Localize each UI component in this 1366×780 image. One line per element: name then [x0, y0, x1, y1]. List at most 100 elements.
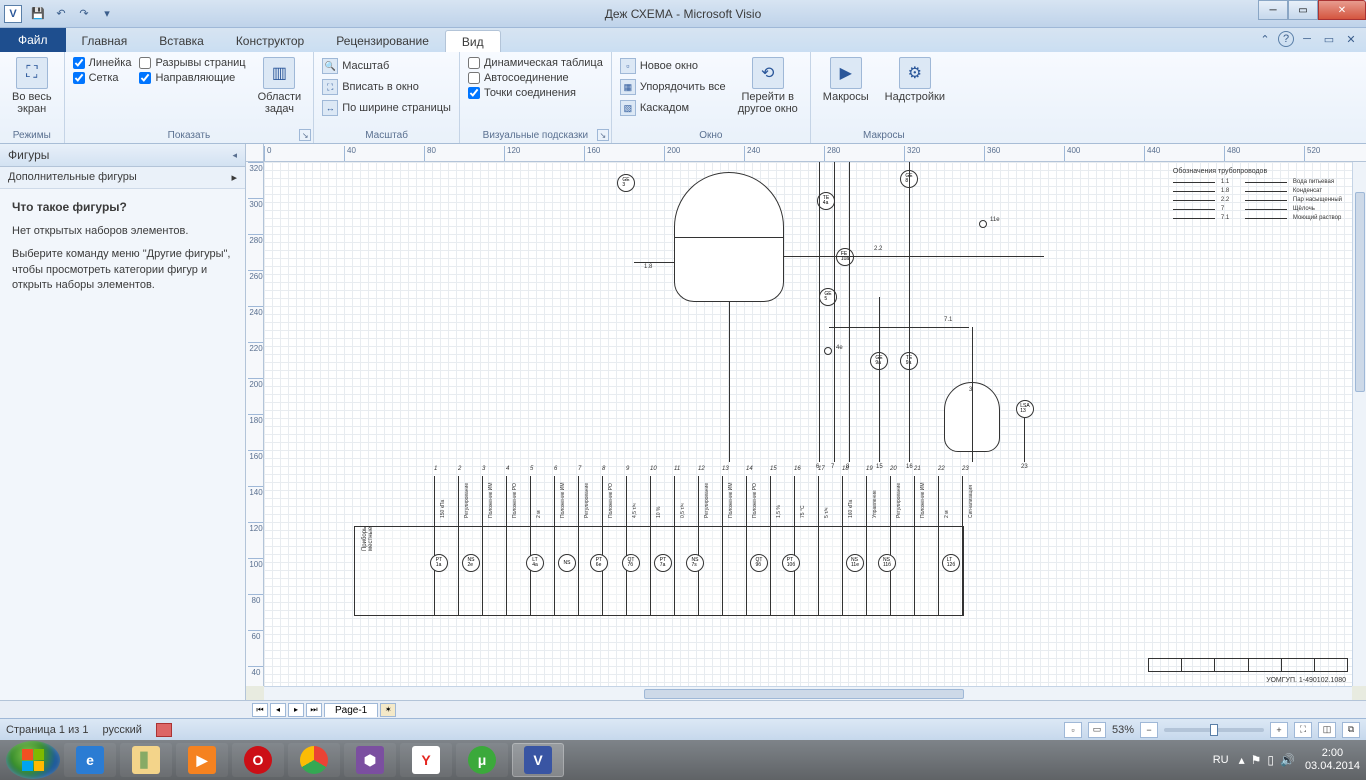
instrument-fe10a[interactable]: FE10a	[836, 248, 854, 266]
taskbar-visio[interactable]: V	[512, 743, 564, 777]
arrange-button[interactable]: ▦Упорядочить все	[620, 78, 726, 96]
redo-icon[interactable]: ↷	[73, 3, 95, 25]
help-icon[interactable]: ?	[1278, 31, 1294, 47]
instrument-ns11e[interactable]: NS11e	[846, 554, 864, 572]
instrument-lsa13[interactable]: LSA13	[1016, 400, 1034, 418]
pagewidth-button[interactable]: ↔По ширине страницы	[322, 99, 451, 117]
start-button[interactable]	[6, 741, 60, 779]
more-shapes-row[interactable]: Дополнительные фигуры ▸	[0, 167, 245, 189]
collapse-left-icon[interactable]: ◂	[232, 150, 237, 161]
doc-close-icon[interactable]: ✕	[1342, 30, 1360, 48]
taskbar-opera[interactable]: O	[232, 743, 284, 777]
instrument-pt7a[interactable]: PT7a	[654, 554, 672, 572]
visual-dialog-launcher[interactable]: ↘	[597, 129, 609, 141]
taskpanes-button[interactable]: ▥ Области задач	[254, 55, 306, 117]
instrument-lt4a[interactable]: LT4a	[526, 554, 544, 572]
instrument-ns[interactable]: NS	[558, 554, 576, 572]
tab-designer[interactable]: Конструктор	[220, 30, 320, 52]
guides-checkbox[interactable]: Направляющие	[139, 72, 245, 84]
instrument-pt6e[interactable]: PT6e	[590, 554, 608, 572]
pan-zoom-button[interactable]: ◫	[1318, 722, 1336, 738]
pagebreaks-checkbox[interactable]: Разрывы страниц	[139, 57, 245, 69]
tab-view[interactable]: Вид	[445, 30, 501, 52]
status-macro-icon[interactable]	[156, 723, 172, 737]
instrument-ns7s[interactable]: NS7s	[686, 554, 704, 572]
taskbar-yandex[interactable]: Y	[400, 743, 452, 777]
first-page-button[interactable]: ⏮	[252, 703, 268, 717]
addins-button[interactable]: ⚙ Надстройки	[881, 55, 949, 105]
status-language[interactable]: русский	[102, 724, 141, 736]
tab-home[interactable]: Главная	[66, 30, 144, 52]
ruler-checkbox[interactable]: Линейка	[73, 57, 132, 69]
horizontal-ruler[interactable]: 04080120160200240280320360400440480520	[264, 144, 1366, 162]
zoom-slider[interactable]	[1164, 728, 1264, 732]
tab-file[interactable]: Файл	[0, 28, 66, 52]
newwindow-button[interactable]: ▫Новое окно	[620, 57, 726, 75]
instrument-lt12б[interactable]: LT12б	[942, 554, 960, 572]
fitwindow-button[interactable]: ⛶Вписать в окно	[322, 78, 451, 96]
vertical-scrollbar[interactable]	[1352, 162, 1366, 686]
drawing-canvas[interactable]: Обозначения трубопроводов 1.1Вода питьев…	[264, 162, 1352, 686]
taskbar-chrome[interactable]	[288, 743, 340, 777]
legend-title: Обозначения трубопроводов	[1173, 168, 1342, 175]
save-icon[interactable]: 💾	[27, 3, 49, 25]
shapes-panel-header[interactable]: Фигуры ◂	[0, 144, 245, 167]
zoom-readout[interactable]: 53%	[1112, 724, 1134, 736]
doc-minimize-icon[interactable]: ─	[1298, 30, 1316, 48]
maximize-button[interactable]: ▭	[1288, 0, 1318, 20]
instrument-ns11б[interactable]: NS11б	[878, 554, 896, 572]
taskbar-utorrent[interactable]: μ	[456, 743, 508, 777]
tray-network-icon[interactable]: ▯	[1267, 753, 1274, 767]
zoom-out-button[interactable]: −	[1140, 722, 1158, 738]
page-tab-1[interactable]: Page-1	[324, 703, 378, 717]
taskbar-app1[interactable]: ⬢	[344, 743, 396, 777]
qat-dropdown-icon[interactable]: ▾	[96, 3, 118, 25]
keyboard-layout[interactable]: RU	[1213, 754, 1229, 766]
horizontal-scrollbar[interactable]	[264, 686, 1352, 700]
grid-checkbox[interactable]: Сетка	[73, 72, 132, 84]
instrument-qt7б[interactable]: QT7б	[622, 554, 640, 572]
switch-windows-button[interactable]: ⧉	[1342, 722, 1360, 738]
pagewidth-label: По ширине страницы	[342, 102, 451, 114]
instrument-qt9б[interactable]: QT9б	[750, 554, 768, 572]
tray-sound-icon[interactable]: 🔊	[1280, 753, 1295, 767]
close-button[interactable]: ✕	[1318, 0, 1366, 20]
taskbar-wmp[interactable]: ▶	[176, 743, 228, 777]
zoom-button[interactable]: 🔍Масштаб	[322, 57, 451, 75]
view-full-button[interactable]: ▭	[1088, 722, 1106, 738]
zoom-in-button[interactable]: +	[1270, 722, 1288, 738]
instrument-ge3[interactable]: GE3	[617, 174, 635, 192]
tab-review[interactable]: Рецензирование	[320, 30, 445, 52]
show-dialog-launcher[interactable]: ↘	[299, 129, 311, 141]
minimize-button[interactable]: ─	[1258, 0, 1288, 20]
tray-up-icon[interactable]: ▴	[1239, 753, 1245, 767]
macros-button[interactable]: ▶ Макросы	[819, 55, 873, 105]
switchwindow-button[interactable]: ⟲ Перейти в другое окно	[734, 55, 802, 117]
tab-insert[interactable]: Вставка	[143, 30, 220, 52]
last-page-button[interactable]: ⏭	[306, 703, 322, 717]
instrument-pt1a[interactable]: PT1a	[430, 554, 448, 572]
visio-app-icon[interactable]: V	[4, 5, 22, 23]
undo-icon[interactable]: ↶	[50, 3, 72, 25]
connpoints-checkbox[interactable]: Точки соединения	[468, 87, 603, 99]
vertical-ruler[interactable]: 3203002802602402202001801601401201008060…	[246, 162, 264, 686]
new-page-button[interactable]: ✶	[380, 703, 396, 717]
taskbar-clock[interactable]: 2:00 03.04.2014	[1305, 747, 1360, 773]
instrument-ns2e[interactable]: NS2e	[462, 554, 480, 572]
valve-11e[interactable]	[979, 220, 987, 228]
taskbar-ie[interactable]: e	[64, 743, 116, 777]
doc-restore-icon[interactable]: ▭	[1320, 30, 1338, 48]
tray-flag-icon[interactable]: ⚑	[1251, 753, 1262, 767]
ribbon-minimize-icon[interactable]: ⌃	[1256, 30, 1274, 48]
taskbar-explorer[interactable]: ▋	[120, 743, 172, 777]
valve-4e[interactable]	[824, 347, 832, 355]
instrument-pt10б[interactable]: PT10б	[782, 554, 800, 572]
dyntable-checkbox[interactable]: Динамическая таблица	[468, 57, 603, 69]
autoconnect-checkbox[interactable]: Автосоединение	[468, 72, 603, 84]
fullscreen-button[interactable]: ⛶ Во весь экран	[8, 55, 56, 117]
next-page-button[interactable]: ▸	[288, 703, 304, 717]
prev-page-button[interactable]: ◂	[270, 703, 286, 717]
cascade-button[interactable]: ▧Каскадом	[620, 99, 726, 117]
fit-page-button[interactable]: ⛶	[1294, 722, 1312, 738]
view-normal-button[interactable]: ▫	[1064, 722, 1082, 738]
